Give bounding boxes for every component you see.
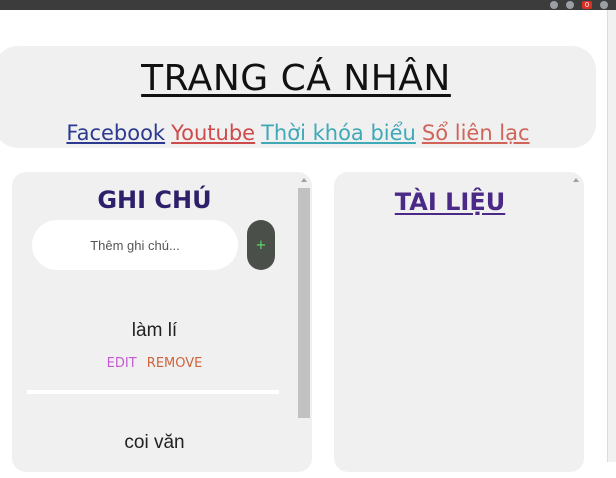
header-nav: Facebook Youtube Thời khóa biểu Sổ liên lạc [0,121,596,145]
note-divider [27,390,279,394]
notes-title: GHI CHÚ [97,186,212,214]
extension-badge[interactable]: 0 [582,1,592,9]
facebook-link[interactable]: Facebook [66,121,165,145]
edit-note-button[interactable]: EDIT [107,356,137,371]
contact-book-link[interactable]: Sổ liên lạc [422,121,530,145]
scroll-thumb[interactable] [298,188,310,418]
extension-icon[interactable] [566,1,574,9]
note-text: làm lí [131,320,178,341]
add-note-button[interactable]: + [247,220,275,270]
documents-scrollbar[interactable] [570,178,582,478]
note-input[interactable] [32,220,238,270]
note-text: coi văn [124,432,185,453]
browser-toolbar: 0 [0,0,616,10]
scroll-up-arrow-icon[interactable] [301,178,307,182]
timetable-link[interactable]: Thời khóa biểu [261,121,416,145]
scroll-up-arrow-icon[interactable] [573,178,579,182]
documents-panel: TÀI LIỆU [334,172,584,472]
bookmark-star-icon[interactable] [550,1,558,9]
notes-panel: GHI CHÚ + làm lí EDIT REMOVE coi văn [12,172,312,472]
documents-title[interactable]: TÀI LIỆU [334,188,566,216]
page-title: TRANG CÁ NHÂN [141,58,451,99]
notes-scrollbar[interactable] [298,178,310,478]
page-scrollbar[interactable] [607,10,616,462]
note-item: coi văn [12,432,297,454]
youtube-link[interactable]: Youtube [171,121,255,145]
note-actions: EDIT REMOVE [12,356,297,371]
browser-extension-icons: 0 [550,0,616,10]
note-item: làm lí EDIT REMOVE [12,320,297,371]
remove-note-button[interactable]: REMOVE [147,356,203,371]
profile-avatar-icon[interactable] [600,1,608,9]
